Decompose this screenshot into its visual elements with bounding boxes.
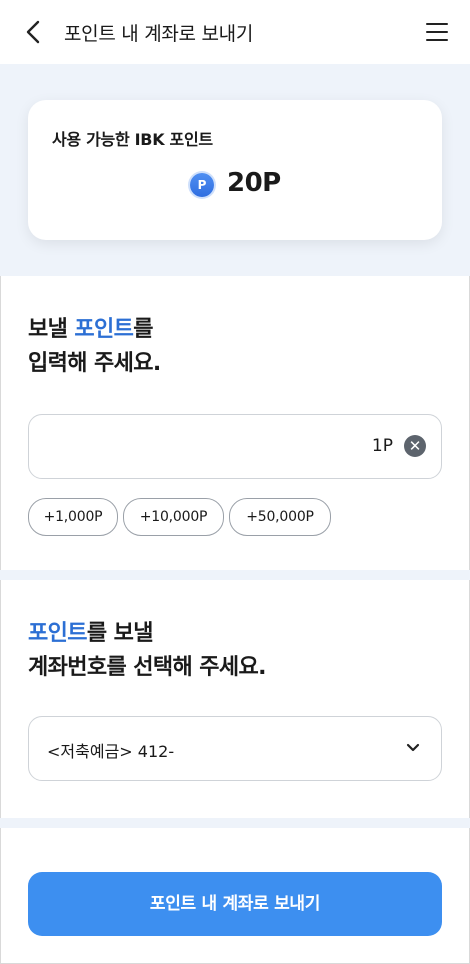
points-card: 사용 가능한 IBK 포인트 P 20P bbox=[28, 100, 442, 240]
account-heading-suffix: 를 보낼 bbox=[86, 621, 154, 646]
account-heading-highlight: 포인트 bbox=[28, 621, 88, 646]
page-title: 포인트 내 계좌로 보내기 bbox=[64, 23, 254, 45]
account-select[interactable]: <저축예금> 412- bbox=[28, 716, 442, 781]
account-heading-line2: 계좌번호를 선택해 주세요. bbox=[28, 655, 267, 680]
point-coin-icon: P bbox=[190, 173, 214, 197]
app-header: 포인트 내 계좌로 보내기 bbox=[0, 0, 470, 64]
point-amount-input[interactable]: 1P ✕ bbox=[28, 414, 442, 479]
amount-heading: 보낼 포인트를 입력해 주세요. bbox=[28, 313, 161, 381]
amount-heading-highlight: 포인트 bbox=[74, 317, 134, 342]
add-10000-chip[interactable]: +10,000P bbox=[123, 498, 224, 536]
account-heading: 포인트를 보낼 계좌번호를 선택해 주세요. bbox=[28, 617, 267, 685]
section-divider bbox=[0, 570, 470, 580]
selected-account-value: <저축예금> 412- bbox=[47, 742, 175, 761]
point-amount-value[interactable]: 1P bbox=[372, 436, 393, 456]
chevron-down-icon[interactable] bbox=[405, 740, 421, 756]
amount-heading-suffix: 를 bbox=[133, 317, 153, 342]
add-50000-chip[interactable]: +50,000P bbox=[229, 498, 331, 536]
section-divider-bottom bbox=[0, 818, 470, 828]
amount-heading-line2: 입력해 주세요. bbox=[28, 351, 161, 376]
points-card-label: 사용 가능한 IBK 포인트 bbox=[52, 130, 213, 149]
hamburger-menu-icon[interactable] bbox=[426, 20, 450, 44]
available-points-amount: 20P bbox=[227, 168, 281, 198]
amount-heading-text: 보낼 bbox=[28, 317, 75, 342]
back-arrow-icon[interactable] bbox=[20, 16, 48, 48]
add-1000-chip[interactable]: +1,000P bbox=[28, 498, 118, 536]
clear-icon[interactable]: ✕ bbox=[404, 435, 426, 457]
send-points-button[interactable]: 포인트 내 계좌로 보내기 bbox=[28, 872, 442, 936]
